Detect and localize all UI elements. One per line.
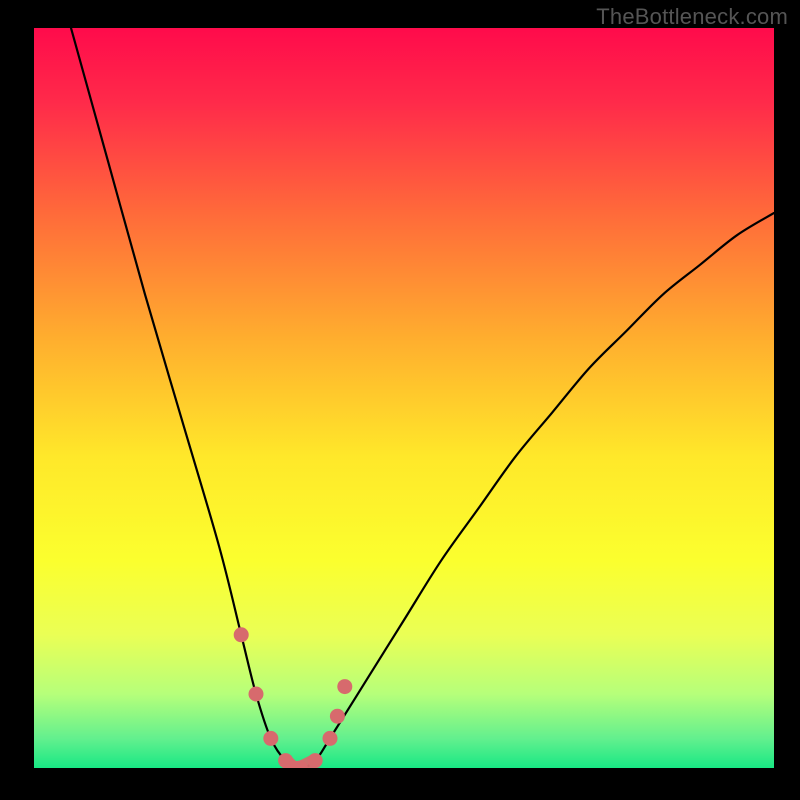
valley-marker-dot — [308, 753, 323, 768]
outer-frame: TheBottleneck.com — [0, 0, 800, 800]
valley-marker-dot — [234, 627, 249, 642]
valley-marker-dot — [323, 731, 338, 746]
valley-marker-dot — [263, 731, 278, 746]
valley-marker-dot — [249, 687, 264, 702]
valley-marker-dot — [337, 679, 352, 694]
valley-marker-dot — [330, 709, 345, 724]
plot-background — [34, 28, 774, 768]
valley-marker-dot — [293, 761, 308, 776]
bottleneck-chart — [0, 0, 800, 800]
